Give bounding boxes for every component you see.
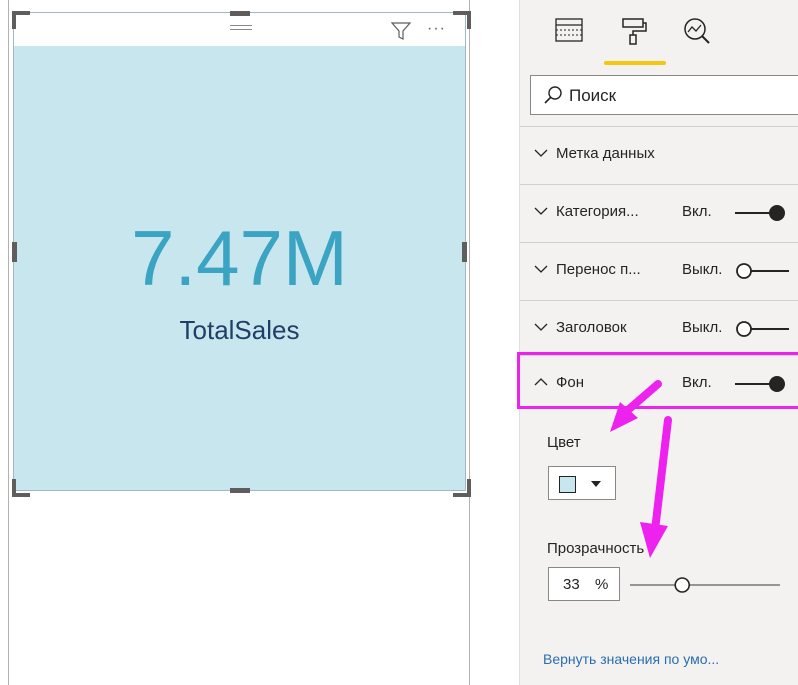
chevron-down-icon [534,323,548,331]
chevron-down-icon [534,265,548,273]
chevron-down-icon [534,149,548,157]
transparency-input[interactable]: 33 % [548,567,620,601]
resize-handle-bottom-right[interactable] [453,479,471,497]
resize-handle-right[interactable] [462,242,467,262]
resize-handle-bottom-left[interactable] [12,479,30,497]
toggle-state-label: Вкл. [682,203,712,220]
section-title: Перенос п... [556,261,641,278]
resize-handle-top[interactable] [230,11,250,16]
search-icon [544,86,562,104]
format-pane: Поиск Метка данных Категория... Вкл. Пер… [519,0,798,685]
transparency-unit: % [595,576,609,593]
resize-handle-left[interactable] [12,242,17,262]
report-canvas: ··· 7.47M TotalSales [0,0,471,685]
toggle-state-label: Выкл. [682,319,723,336]
section-category-label[interactable]: Категория... Вкл. [520,184,798,243]
resize-handle-bottom[interactable] [230,488,250,493]
card-value: 7.47M [131,214,348,302]
section-word-wrap[interactable]: Перенос п... Выкл. [520,242,798,301]
fields-icon[interactable] [554,16,584,46]
transparency-label: Прозрачность [547,540,645,557]
analytics-icon[interactable] [682,16,712,46]
reset-to-default-link[interactable]: Вернуть значения по умо... [543,651,719,667]
search-input[interactable]: Поиск [530,75,798,115]
section-title: Категория... [556,203,639,220]
slider-thumb[interactable] [674,577,691,593]
toggle-switch-off[interactable] [735,319,789,339]
visual-header: ··· [14,13,465,46]
color-picker-dropdown[interactable] [548,466,616,500]
section-title: Метка данных [556,145,655,162]
resize-handle-top-right[interactable] [453,11,471,29]
chevron-down-icon [591,481,601,487]
section-data-label[interactable]: Метка данных [520,126,798,185]
chevron-down-icon [534,207,548,215]
card-visual[interactable]: ··· 7.47M TotalSales [13,12,466,491]
resize-handle-top-left[interactable] [12,11,30,29]
section-title-settings[interactable]: Заголовок Выкл. [520,300,798,359]
pane-tab-bar [520,0,798,70]
annotation-highlight-box [517,352,798,409]
filter-icon[interactable] [390,22,412,40]
section-title: Заголовок [556,319,627,336]
transparency-value: 33 [563,576,580,593]
search-placeholder: Поиск [569,86,617,105]
color-label: Цвет [547,434,581,451]
drag-grip-icon[interactable] [230,25,252,34]
format-paint-roller-icon[interactable] [618,16,648,46]
active-tab-indicator [604,61,666,65]
color-swatch [559,476,576,493]
toggle-state-label: Выкл. [682,261,723,278]
toggle-switch-off[interactable] [735,261,789,281]
card-category-label: TotalSales [179,315,300,345]
transparency-slider[interactable] [630,575,780,595]
toggle-switch-on[interactable] [735,203,789,223]
